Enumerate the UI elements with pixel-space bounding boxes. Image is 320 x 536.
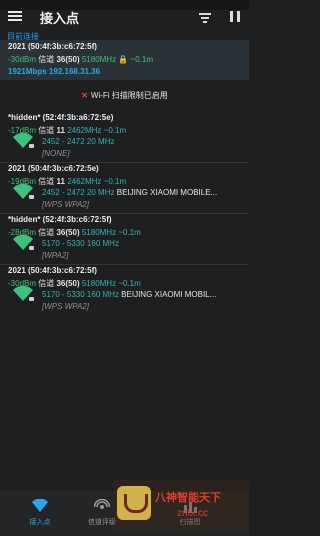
ap-security: [NONE]	[42, 149, 70, 158]
ap-frequency: 2462MHz	[67, 126, 102, 135]
divider	[0, 264, 249, 265]
ap-ssid: 2021 (50:4f:3b:c6:72:5e)	[8, 164, 99, 173]
warning-text: Wi-Fi 扫描限制已启用	[90, 91, 168, 100]
ap-frequency: 2462MHz	[67, 177, 102, 186]
watermark-logo	[117, 486, 151, 520]
channel-label: 信道	[38, 279, 55, 288]
ap-frequency: 5180MHz	[81, 228, 117, 237]
lock-icon: 🔒	[118, 55, 129, 64]
watermark: 八神智能天下 zntx.cc	[113, 480, 249, 530]
connected-frequency: 5180MHz	[81, 55, 117, 64]
ap-security: [WPA2]	[42, 251, 69, 260]
channel-label: 信道	[38, 228, 55, 237]
ap-ssid: 2021 (50:4f:3b:c6:72:5f)	[8, 266, 97, 275]
lock-icon	[29, 144, 34, 148]
connected-ip: 192.168.31.36	[48, 67, 101, 76]
ap-range-row: 2452 - 2472 20 MHz	[42, 137, 115, 146]
channel-label: 信道	[38, 177, 55, 186]
connected-rssi: -30dBm	[8, 55, 37, 64]
ap-vendor: BEIJING XIAOMI MOBIL...	[121, 290, 217, 299]
x-icon: ✕	[81, 91, 88, 100]
access-point-item[interactable]: 2021 (50:4f:3b:c6:72:5f) -30dBm 信道 36(50…	[0, 266, 249, 314]
ap-distance: ~0.1m	[103, 177, 127, 186]
lock-icon	[29, 297, 34, 301]
ap-distance: ~0.1m	[103, 126, 127, 135]
ap-frequency: 5180MHz	[81, 279, 117, 288]
filter-icon[interactable]	[199, 11, 211, 23]
ap-vendor: BEIJING XIAOMI MOBILE...	[116, 188, 218, 197]
ap-channel: 36(50)	[56, 279, 80, 288]
ap-distance: ~0.1m	[118, 279, 141, 288]
access-point-item[interactable]: 2021 (50:4f:3b:c6:72:5e) -19dBm 信道 11 24…	[0, 164, 249, 212]
ap-range: 5170 - 5330 160 MHz	[42, 290, 119, 299]
connected-ssid: 2021 (50:4f:3b:c6:72:5f)	[8, 42, 97, 51]
scan-throttle-warning: ✕ Wi-Fi 扫描限制已启用	[0, 90, 249, 101]
connected-network[interactable]: 2021 (50:4f:3b:c6:72:5f) -30dBm 信道 36(50…	[0, 40, 249, 80]
ap-distance: ~0.1m	[118, 228, 141, 237]
ap-range-row: 5170 - 5330 160 MHz BEIJING XIAOMI MOBIL…	[42, 290, 216, 299]
menu-icon[interactable]	[8, 9, 22, 23]
connected-distance: ~0.1m	[130, 55, 153, 64]
ap-range: 2452 - 2472 20 MHz	[42, 188, 115, 197]
channel-label: 信道	[38, 126, 55, 135]
divider	[0, 162, 249, 163]
access-point-item[interactable]: *hidden* (52:4f:3b:a6:72:5e) -17dBm 信道 1…	[0, 113, 249, 161]
connected-link: 1921Mbps 192.168.31.36	[8, 67, 100, 76]
watermark-title: 八神智能天下	[155, 492, 221, 504]
signal-icon	[94, 499, 110, 509]
wifi-icon	[32, 499, 48, 512]
channel-label: 信道	[38, 55, 55, 64]
ap-range: 2452 - 2472 20 MHz	[42, 137, 115, 146]
ap-channel: 11	[56, 177, 65, 186]
ap-ssid: *hidden* (52:4f:3b:a6:72:5e)	[8, 113, 114, 122]
ap-range-row: 5170 - 5330 160 MHz	[42, 239, 119, 248]
lock-icon	[29, 246, 34, 250]
ap-range-row: 2452 - 2472 20 MHz BEIJING XIAOMI MOBILE…	[42, 188, 217, 197]
ap-range: 5170 - 5330 160 MHz	[42, 239, 119, 248]
ap-ssid: *hidden* (52:4f:3b:c6:72:5f)	[8, 215, 112, 224]
lock-icon	[29, 195, 34, 199]
page-title: 接入点	[40, 11, 80, 26]
pause-icon[interactable]	[230, 11, 240, 22]
app-bar: 接入点	[0, 8, 249, 26]
watermark-url: zntx.cc	[177, 508, 209, 519]
ap-security: [WPS WPA2]	[42, 200, 89, 209]
divider	[0, 213, 249, 214]
ap-channel: 11	[56, 126, 65, 135]
ap-channel: 36(50)	[56, 228, 80, 237]
connected-details: -30dBm 信道 36(50) 5180MHz 🔒 ~0.1m	[8, 54, 153, 65]
access-point-item[interactable]: *hidden* (52:4f:3b:c6:72:5f) -28dBm 信道 3…	[0, 215, 249, 263]
ap-security: [WPS WPA2]	[42, 302, 89, 311]
connected-channel: 36(50)	[56, 55, 80, 64]
connected-speed: 1921Mbps	[8, 67, 47, 76]
